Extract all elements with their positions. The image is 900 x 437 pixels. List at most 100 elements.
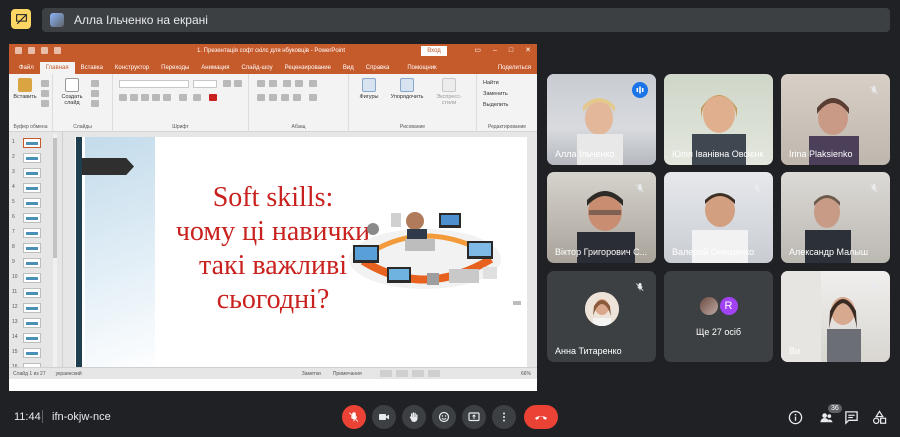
shadow-icon[interactable] <box>163 94 171 101</box>
self-view-tile[interactable]: Ви <box>781 271 890 362</box>
tell-me-box[interactable]: Помощник <box>401 62 442 74</box>
tab-file[interactable]: Файл <box>13 62 40 74</box>
slide-thumbnail[interactable] <box>23 153 41 163</box>
char-spacing-icon[interactable] <box>179 94 187 101</box>
increase-indent-icon[interactable] <box>295 80 303 87</box>
tab-animations[interactable]: Анимация <box>195 62 235 74</box>
shapes-button[interactable]: Фигуры <box>353 78 385 100</box>
layout-icon[interactable] <box>91 80 99 87</box>
columns-icon[interactable] <box>309 94 317 101</box>
participant-tile[interactable]: Віктор Григорович С... <box>547 172 656 263</box>
scrollbar-handle[interactable] <box>53 138 57 258</box>
select-button[interactable]: Выделить <box>483 102 508 108</box>
tab-transitions[interactable]: Переходы <box>155 62 195 74</box>
slide-thumbnail[interactable] <box>23 228 41 238</box>
customize-icon[interactable] <box>54 47 61 54</box>
participant-tile[interactable]: Irina Plaksienko <box>781 74 890 165</box>
participant-tile[interactable]: Александр Малыш <box>781 172 890 263</box>
font-size-select[interactable] <box>193 80 217 88</box>
strikethrough-icon[interactable] <box>152 94 160 101</box>
participant-tile[interactable]: Валерий Онищенко <box>664 172 773 263</box>
font-color-icon[interactable] <box>209 94 217 101</box>
align-left-icon[interactable] <box>257 94 265 101</box>
language-status[interactable]: украинский <box>56 371 82 377</box>
find-button[interactable]: Найти <box>483 80 499 86</box>
justify-icon[interactable] <box>293 94 301 101</box>
align-right-icon[interactable] <box>281 94 289 101</box>
mic-toggle-button[interactable] <box>342 405 366 429</box>
normal-view-button[interactable] <box>379 370 392 377</box>
participant-tile[interactable]: Алла Ільченко <box>547 74 656 165</box>
meeting-info-button[interactable] <box>785 407 805 427</box>
slide-thumbnail[interactable] <box>23 273 41 283</box>
tab-design[interactable]: Конструктор <box>109 62 155 74</box>
quick-styles-button[interactable]: Экспресс-стили <box>429 78 469 106</box>
slide-thumbnail[interactable] <box>23 243 41 253</box>
close-icon[interactable]: ✕ <box>525 47 531 55</box>
slide-thumbnail[interactable] <box>23 258 41 268</box>
shrink-font-icon[interactable] <box>234 80 242 87</box>
present-screen-button[interactable] <box>462 405 486 429</box>
bold-icon[interactable] <box>119 94 127 101</box>
activities-button[interactable] <box>869 407 889 427</box>
zoom-level[interactable]: 66% <box>521 371 531 377</box>
presenter-chip[interactable]: Алла Ільченко на екрані <box>42 8 890 32</box>
paste-button[interactable]: Вставить <box>13 78 37 100</box>
people-button[interactable]: 36 <box>816 404 842 427</box>
slide-thumbnail[interactable] <box>23 288 41 298</box>
notes-button[interactable]: Заметки <box>302 371 321 377</box>
camera-toggle-button[interactable] <box>372 405 396 429</box>
font-family-select[interactable] <box>119 80 189 88</box>
tab-view[interactable]: Вид <box>337 62 360 74</box>
replace-button[interactable]: Заменить <box>483 91 508 97</box>
slide-thumbnail[interactable] <box>23 213 41 223</box>
format-painter-icon[interactable] <box>41 100 49 107</box>
raise-hand-button[interactable] <box>402 405 426 429</box>
new-slide-button[interactable]: Создать слайд <box>59 78 85 106</box>
slide-thumbnail[interactable] <box>23 333 41 343</box>
italic-icon[interactable] <box>130 94 138 101</box>
maximize-icon[interactable]: □ <box>509 47 513 55</box>
leave-call-button[interactable] <box>524 405 558 429</box>
grow-font-icon[interactable] <box>223 80 231 87</box>
slide-thumbnail[interactable] <box>23 168 41 178</box>
slide-thumbnail[interactable] <box>23 318 41 328</box>
tab-insert[interactable]: Вставка <box>75 62 109 74</box>
tab-review[interactable]: Рецензирование <box>279 62 337 74</box>
cut-icon[interactable] <box>41 80 49 87</box>
chat-button[interactable] <box>841 407 861 427</box>
tab-home[interactable]: Главная <box>39 62 75 74</box>
presentation-icon[interactable] <box>11 9 31 29</box>
redo-icon[interactable] <box>41 47 48 54</box>
more-options-button[interactable] <box>492 405 516 429</box>
tab-help[interactable]: Справка <box>360 62 396 74</box>
slideshow-view-button[interactable] <box>427 370 440 377</box>
line-spacing-icon[interactable] <box>309 80 317 87</box>
change-case-icon[interactable] <box>193 94 201 101</box>
minimize-icon[interactable]: – <box>493 47 497 55</box>
ribbon-display-icon[interactable]: ▭ <box>474 47 481 55</box>
save-icon[interactable] <box>15 47 22 54</box>
participant-tile[interactable]: Анна Титаренко <box>547 271 656 362</box>
align-center-icon[interactable] <box>269 94 277 101</box>
comments-button[interactable]: Примечания <box>333 371 362 377</box>
bullets-icon[interactable] <box>257 80 265 87</box>
slide-thumbnail[interactable] <box>23 198 41 208</box>
section-icon[interactable] <box>91 100 99 107</box>
login-button[interactable]: Вход <box>421 46 447 56</box>
tab-slideshow[interactable]: Слайд-шоу <box>235 62 278 74</box>
slide-thumbnail[interactable] <box>23 183 41 193</box>
numbering-icon[interactable] <box>269 80 277 87</box>
undo-icon[interactable] <box>28 47 35 54</box>
reactions-button[interactable] <box>432 405 456 429</box>
participant-tile[interactable]: Юлія Іванівна Овсієнко <box>664 74 773 165</box>
reset-icon[interactable] <box>91 90 99 97</box>
share-button[interactable]: Поделиться <box>492 62 537 74</box>
slide-thumbnail[interactable] <box>23 348 41 358</box>
decrease-indent-icon[interactable] <box>283 80 291 87</box>
slide-thumbnail[interactable] <box>23 303 41 313</box>
sorter-view-button[interactable] <box>395 370 408 377</box>
reading-view-button[interactable] <box>411 370 424 377</box>
current-slide[interactable]: Soft skills: чому ці навички такі важлив… <box>75 137 527 375</box>
slide-thumbnail[interactable] <box>23 138 41 148</box>
